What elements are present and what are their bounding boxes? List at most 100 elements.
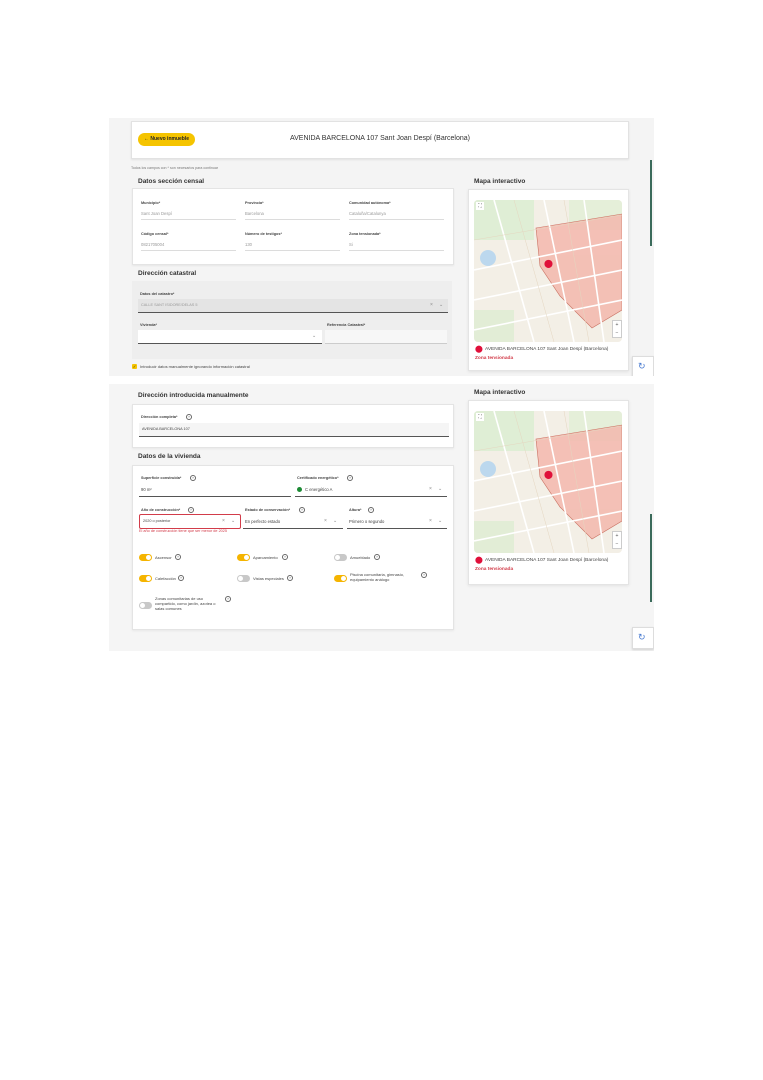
help-icon[interactable]: ? xyxy=(374,554,380,560)
chevron-down-icon[interactable]: ⌄ xyxy=(438,487,442,492)
vivienda-select[interactable]: ⌄ xyxy=(138,330,322,344)
toggle-amueblado[interactable] xyxy=(334,554,347,561)
help-icon[interactable]: ? xyxy=(188,507,194,513)
map-address: AVENIDA BARCELONA 107 Sant Joan Despí (B… xyxy=(485,347,609,352)
help-icon[interactable]: ? xyxy=(347,475,353,481)
certificado-field[interactable]: C energético A xyxy=(305,487,332,492)
manual-title: Dirección introducida manualmente xyxy=(138,392,249,399)
map-svg xyxy=(474,411,622,553)
censal-field: 0821705004 xyxy=(141,242,165,247)
datos-catastro-select[interactable]: CALLE SANT ISIDORE/DELAS 5 × ⌄ xyxy=(138,299,448,313)
toggle-label: Calefacción xyxy=(155,576,176,581)
datos-catastro-label: Datos del catastro* xyxy=(140,292,175,296)
fullscreen-icon[interactable]: ⛶ xyxy=(476,413,484,421)
location-pin-icon[interactable]: ⬤ xyxy=(544,260,553,268)
toggle-ascensor[interactable] xyxy=(139,554,152,561)
toggle-label: Aparcamiento xyxy=(253,555,278,560)
manual-card: Dirección completa* ? AVENIDA BARCELONA … xyxy=(132,404,454,448)
ref-catastral-field[interactable] xyxy=(325,330,447,344)
toggle-label: Amueblado xyxy=(350,555,371,560)
interactive-map[interactable]: ⬤ ⛶ + − xyxy=(474,411,622,553)
toggle-calefaccion[interactable] xyxy=(139,575,152,582)
energy-dot xyxy=(297,487,302,492)
ref-catastral-label: Referencia Catastral* xyxy=(327,323,366,327)
vivienda-title: Datos de la vivienda xyxy=(138,453,201,460)
scrollbar[interactable] xyxy=(650,514,652,602)
help-icon[interactable]: ? xyxy=(299,507,305,513)
map-address: AVENIDA BARCELONA 107 Sant Joan Despí (B… xyxy=(485,558,609,563)
close-icon[interactable]: × xyxy=(324,519,327,524)
manual-checkbox-label: Introducir datos manualmente ignorando i… xyxy=(140,364,250,369)
zona-field: Si xyxy=(349,242,353,247)
toggle-vistas[interactable] xyxy=(237,575,250,582)
fullscreen-icon[interactable]: ⛶ xyxy=(476,202,484,210)
close-icon[interactable]: × xyxy=(430,303,433,308)
municipio-field: Sant Joan Despí xyxy=(141,211,172,216)
map-title: Mapa interactivo xyxy=(474,178,526,185)
zoom-in-button[interactable]: + xyxy=(613,532,621,540)
zoom-out-button[interactable]: − xyxy=(613,329,621,337)
testigos-label: Número de testigos* xyxy=(245,232,282,236)
zoom-out-button[interactable]: − xyxy=(613,540,621,548)
chevron-down-icon[interactable]: ⌄ xyxy=(333,519,337,524)
help-icon[interactable]: ? xyxy=(178,575,184,581)
recaptcha-badge[interactable]: ↻ xyxy=(632,356,654,376)
help-icon[interactable]: ? xyxy=(175,554,181,560)
map-svg xyxy=(474,200,622,342)
direccion-field[interactable]: AVENIDA BARCELONA 107 xyxy=(139,423,449,437)
toggle-label: Ascensor xyxy=(155,555,172,560)
manual-checkbox[interactable]: ✓ xyxy=(132,364,137,369)
comunidad-label: Comunidad autónoma* xyxy=(349,201,391,205)
help-icon[interactable]: ? xyxy=(190,475,196,481)
help-icon[interactable]: ? xyxy=(186,414,192,420)
zoom-in-button[interactable]: + xyxy=(613,321,621,329)
recaptcha-icon: ↻ xyxy=(638,361,646,371)
censal-label: Código censal* xyxy=(141,232,169,236)
vivienda-label: Vivienda* xyxy=(140,323,158,327)
censal-title: Datos sección censal xyxy=(138,178,205,185)
municipio-label: Municipio* xyxy=(141,201,161,205)
vivienda-card: Superficie construida* ? 90 m² Certifica… xyxy=(132,465,454,630)
anio-select[interactable]: 2020 o posterior × ⌄ xyxy=(139,514,241,529)
estado-field[interactable]: En perfecto estado xyxy=(245,519,280,524)
toggle-label: Vistas especiales xyxy=(253,576,284,581)
zona-tensionada: Zona tensionada xyxy=(475,567,514,572)
superficie-field[interactable]: 90 m² xyxy=(141,487,152,492)
chevron-down-icon[interactable]: ⌄ xyxy=(312,334,316,339)
interactive-map[interactable]: ⬤ ⛶ + − xyxy=(474,200,622,342)
close-icon[interactable]: × xyxy=(429,487,432,492)
zoom-control[interactable]: + − xyxy=(612,531,622,549)
anio-label: Año de construcción* xyxy=(141,508,181,512)
recaptcha-badge[interactable]: ↻ xyxy=(632,627,654,649)
help-icon[interactable]: ? xyxy=(368,507,374,513)
estado-label: Estado de conservación* xyxy=(245,508,291,512)
recaptcha-icon: ↻ xyxy=(638,632,646,642)
help-icon[interactable]: ? xyxy=(421,572,427,578)
toggle-label: Zonas comunitarias de uso compartido, co… xyxy=(155,596,216,611)
help-icon[interactable]: ? xyxy=(225,596,231,602)
close-icon[interactable]: × xyxy=(222,519,225,524)
zona-label: Zona tensionada* xyxy=(349,232,381,236)
help-icon[interactable]: ? xyxy=(287,575,293,581)
location-pin-icon: ⬤ xyxy=(475,557,483,564)
provincia-label: Provincia* xyxy=(245,201,264,205)
chevron-down-icon[interactable]: ⌄ xyxy=(439,303,443,308)
help-icon[interactable]: ? xyxy=(282,554,288,560)
close-icon[interactable]: × xyxy=(429,519,432,524)
header-bar: ← Nuevo inmueble AVENIDA BARCELONA 107 S… xyxy=(131,121,629,159)
scrollbar[interactable] xyxy=(650,160,652,246)
toggle-piscina[interactable] xyxy=(334,575,347,582)
zoom-control[interactable]: + − xyxy=(612,320,622,338)
anio-value: 2020 o posterior xyxy=(143,519,171,523)
catastral-card: Datos del catastro* CALLE SANT ISIDORE/D… xyxy=(132,281,452,359)
toggle-aparcamiento[interactable] xyxy=(237,554,250,561)
toggle-zonas-comunitarias[interactable] xyxy=(139,602,152,609)
direccion-value: AVENIDA BARCELONA 107 xyxy=(142,427,190,431)
chevron-down-icon[interactable]: ⌄ xyxy=(438,519,442,524)
required-note: Todos los campos con * son necesarios pa… xyxy=(131,166,219,170)
location-pin-icon: ⬤ xyxy=(475,346,483,353)
chevron-down-icon[interactable]: ⌄ xyxy=(231,519,235,524)
location-pin-icon[interactable]: ⬤ xyxy=(544,471,553,479)
altura-field[interactable]: Primero o segundo xyxy=(349,519,384,524)
superficie-label: Superficie construida* xyxy=(141,476,182,480)
